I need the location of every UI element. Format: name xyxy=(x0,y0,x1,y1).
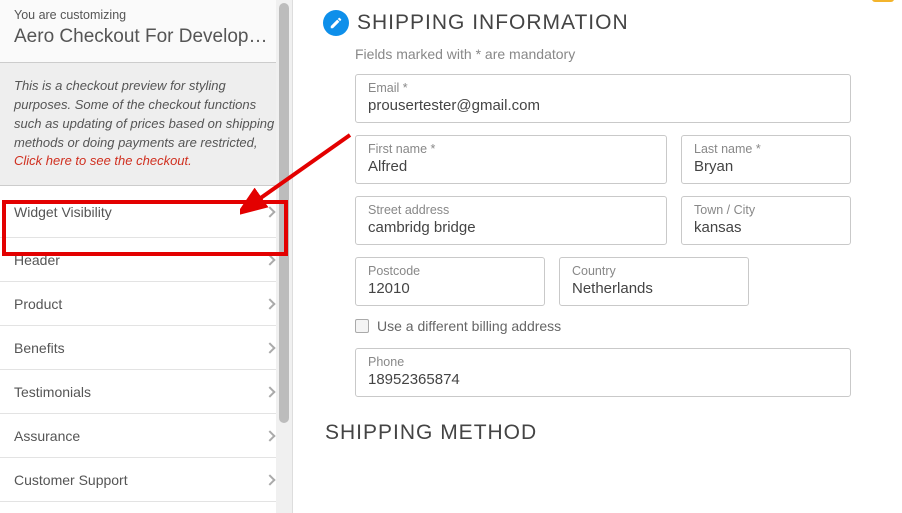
chevron-right-icon xyxy=(264,342,275,353)
country-field[interactable]: Country xyxy=(559,257,749,306)
street-input[interactable] xyxy=(368,219,654,236)
diff-billing-row[interactable]: Use a different billing address xyxy=(355,318,880,334)
country-label: Country xyxy=(572,264,736,278)
panel-label: Assurance xyxy=(14,428,80,444)
email-field[interactable]: Email * xyxy=(355,74,851,123)
phone-field[interactable]: Phone xyxy=(355,348,851,397)
panel-label: Testimonials xyxy=(14,384,91,400)
first-name-field[interactable]: First name * xyxy=(355,135,667,184)
last-name-label: Last name * xyxy=(694,142,838,156)
customizing-page-title: Aero Checkout For Develop… xyxy=(14,26,278,48)
panel-testimonials[interactable]: Testimonials xyxy=(0,370,292,414)
panel-widget-visibility[interactable]: Widget Visibility xyxy=(0,186,292,238)
chevron-right-icon xyxy=(264,254,275,265)
shipping-method-heading: SHIPPING METHOD xyxy=(325,421,886,445)
pencil-icon xyxy=(323,10,349,36)
panel-label: Benefits xyxy=(14,340,65,356)
diff-billing-label: Use a different billing address xyxy=(377,318,561,334)
panel-product[interactable]: Product xyxy=(0,282,292,326)
street-label: Street address xyxy=(368,203,654,217)
town-field[interactable]: Town / City xyxy=(681,196,851,245)
panel-benefits[interactable]: Benefits xyxy=(0,326,292,370)
chevron-right-icon xyxy=(264,206,275,217)
chevron-right-icon xyxy=(264,430,275,441)
panel-label: Header xyxy=(14,252,60,268)
customizer-sidebar: You are customizing Aero Checkout For De… xyxy=(0,0,293,513)
panel-label: Widget Visibility xyxy=(14,204,112,220)
chevron-right-icon xyxy=(264,474,275,485)
postcode-input[interactable] xyxy=(368,280,532,297)
email-label: Email * xyxy=(368,81,838,95)
first-name-input[interactable] xyxy=(368,158,654,175)
email-input[interactable] xyxy=(368,97,838,114)
scrollbar-thumb[interactable] xyxy=(279,3,289,423)
diff-billing-checkbox[interactable] xyxy=(355,319,369,333)
shipping-form: Email * First name * Last name * Street … xyxy=(323,74,886,397)
phone-label: Phone xyxy=(368,355,838,369)
chevron-right-icon xyxy=(264,386,275,397)
section-title-text: SHIPPING INFORMATION xyxy=(357,11,629,35)
note-body: This is a checkout preview for styling p… xyxy=(14,78,274,150)
postcode-label: Postcode xyxy=(368,264,532,278)
street-field[interactable]: Street address xyxy=(355,196,667,245)
phone-input[interactable] xyxy=(368,371,838,388)
you-are-customizing-label: You are customizing xyxy=(14,8,278,22)
mandatory-note: Fields marked with * are mandatory xyxy=(355,46,886,62)
panel-customer-support[interactable]: Customer Support xyxy=(0,458,292,502)
sidebar-header: You are customizing Aero Checkout For De… xyxy=(0,0,292,63)
country-input[interactable] xyxy=(572,280,736,297)
town-input[interactable] xyxy=(694,219,838,236)
last-name-input[interactable] xyxy=(694,158,838,175)
panel-assurance[interactable]: Assurance xyxy=(0,414,292,458)
first-name-label: First name * xyxy=(368,142,654,156)
sidebar-scrollbar[interactable] xyxy=(276,0,292,513)
panel-header[interactable]: Header xyxy=(0,238,292,282)
checkout-preview: SHIPPING INFORMATION Fields marked with … xyxy=(293,0,902,513)
preview-device-tab xyxy=(872,0,894,2)
see-checkout-link[interactable]: Click here to see the checkout. xyxy=(14,153,192,168)
panel-label: Customer Support xyxy=(14,472,128,488)
last-name-field[interactable]: Last name * xyxy=(681,135,851,184)
shipping-info-heading: SHIPPING INFORMATION xyxy=(323,10,886,36)
town-label: Town / City xyxy=(694,203,838,217)
customizer-root: You are customizing Aero Checkout For De… xyxy=(0,0,902,513)
postcode-field[interactable]: Postcode xyxy=(355,257,545,306)
customizer-panel-list: Widget Visibility Header Product Benefit… xyxy=(0,186,292,502)
preview-restriction-note: This is a checkout preview for styling p… xyxy=(0,63,292,186)
panel-label: Product xyxy=(14,296,62,312)
chevron-right-icon xyxy=(264,298,275,309)
